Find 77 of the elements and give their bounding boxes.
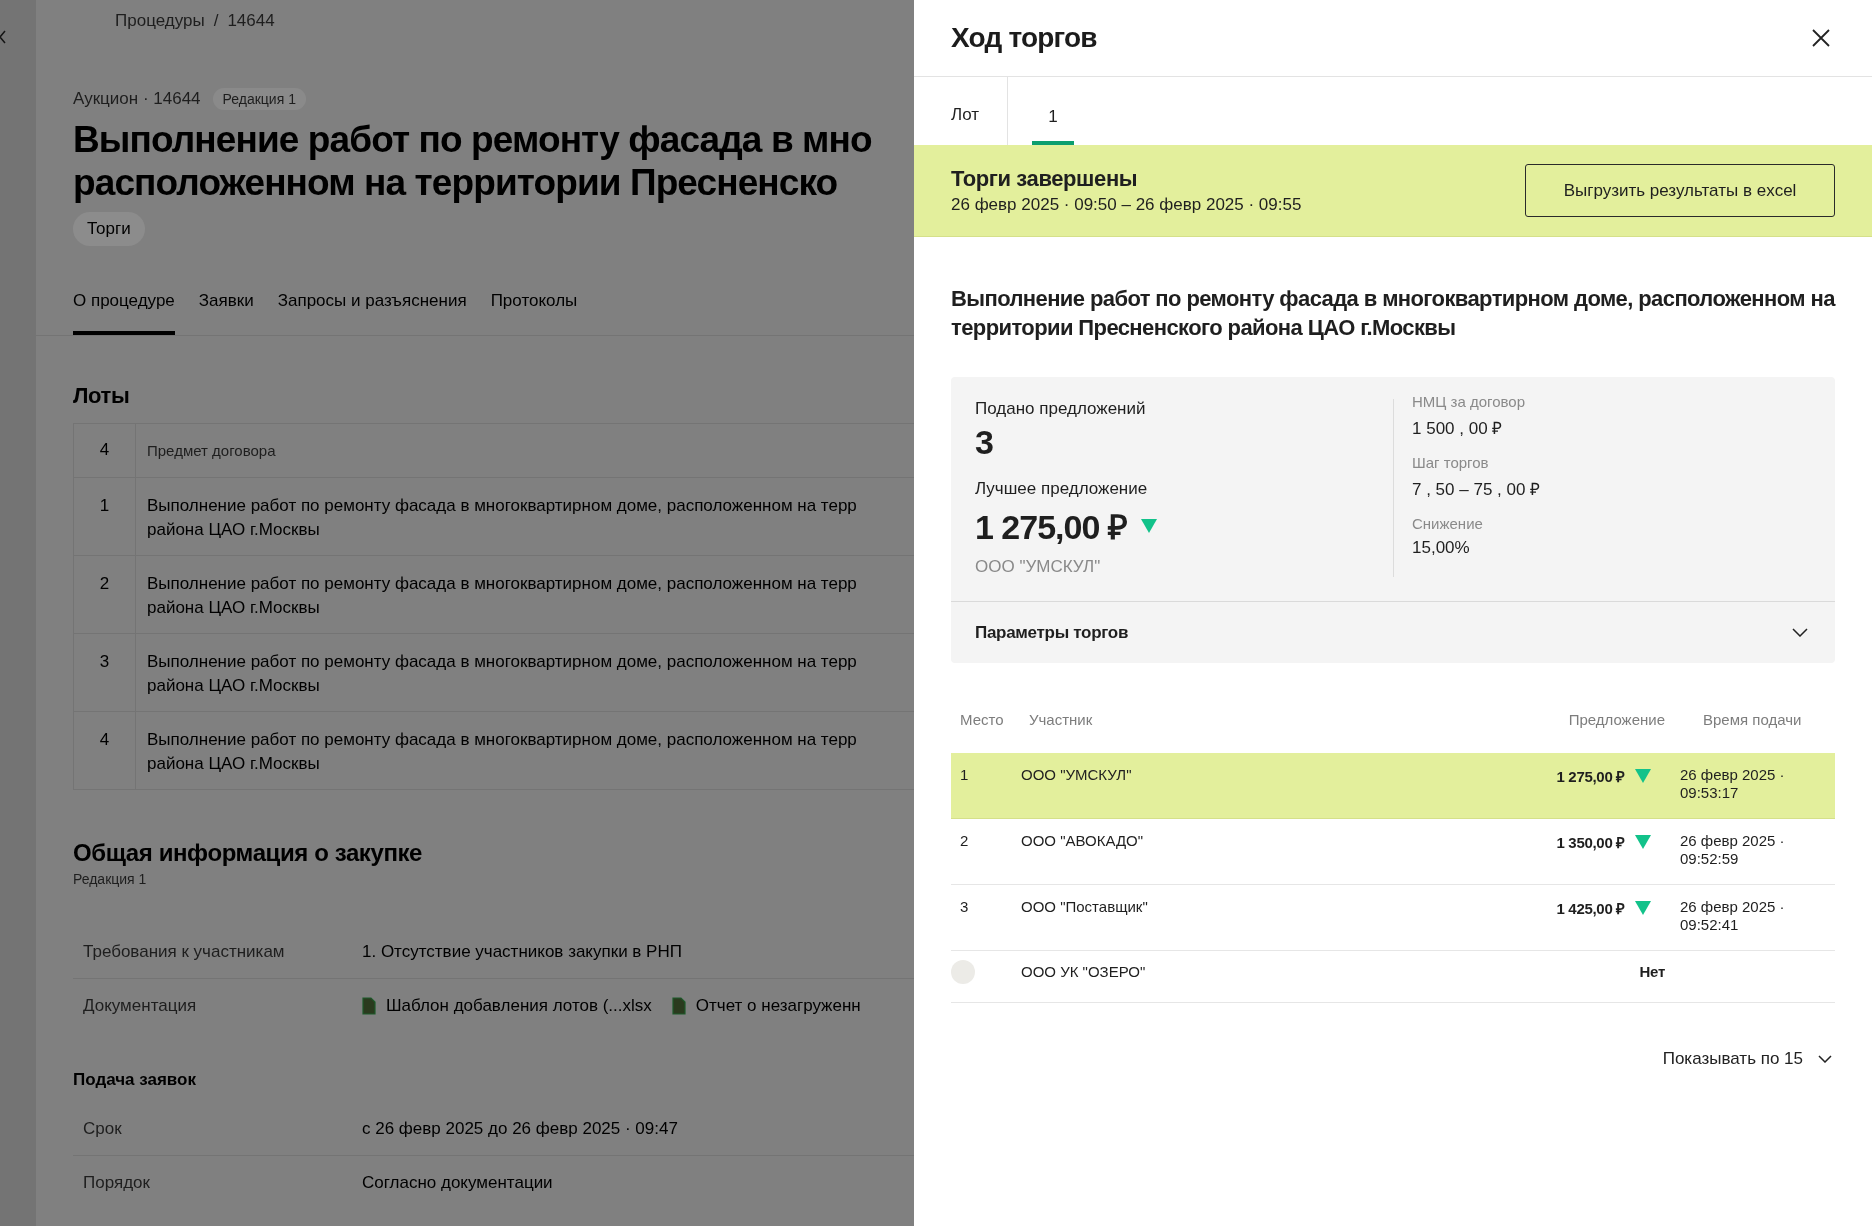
table-cell-text: Выполнение работ по ремонту фасада в многоквартирном доме, расположенном на терр района ЦАО г.Москвы xyxy=(146,651,857,697)
status-period: 26 февр 2025 · 09:50 – 26 февр 2025 · 09:55 xyxy=(951,195,1302,215)
document-icon xyxy=(362,996,376,1015)
fact-label: Снижение xyxy=(1412,515,1484,532)
participant-name: ООО УК "ОЗЕРО" xyxy=(1021,963,1146,980)
fact-value: 7 , 50 – 75 , 00 ₽ xyxy=(1412,479,1541,500)
table-header-cell: 4 xyxy=(74,424,136,477)
place-number: 2 xyxy=(960,832,969,849)
section-heading: Лоты xyxy=(73,383,131,409)
breadcrumb-link[interactable]: 14644 xyxy=(227,11,275,31)
document-icon xyxy=(671,996,686,1015)
fact-label: НМЦ за договор xyxy=(1412,393,1527,410)
participant-name: ООО "АВОКАДО" xyxy=(1021,832,1144,849)
breadcrumb-link[interactable]: Процедуры xyxy=(115,11,205,31)
section-subtitle: Редакция 1 xyxy=(73,871,148,887)
table-cell: 1 xyxy=(74,478,136,555)
table-cell-text: Выполнение работ по ремонту фасада в многоквартирном доме, расположенном на терр района ЦАО г.Москвы xyxy=(146,573,857,619)
status-title: Торги завершены xyxy=(951,166,1139,192)
procedure-title: Выполнение работ по ремонту фасада в мно расположенном на территории Пресненско xyxy=(73,118,873,204)
section-tab[interactable]: Заявки xyxy=(198,291,254,335)
file-link[interactable]: Отчет о незагруженн xyxy=(695,995,861,1016)
field-value: с 26 февр 2025 до 26 февр 2025 · 09:47 xyxy=(362,1118,678,1139)
table-cell: 3 xyxy=(74,634,136,711)
field-label: Документация xyxy=(83,995,198,1016)
best-company: ООО "УМСКУЛ" xyxy=(975,557,1102,577)
field-label: Срок xyxy=(83,1118,123,1139)
offer-amount: 1 425,00 ₽ xyxy=(1556,899,1625,918)
section-tab[interactable]: Запросы и разъяснения xyxy=(277,291,467,335)
close-icon xyxy=(1812,29,1830,47)
fact-value: 1 500 , 00 ₽ xyxy=(1412,418,1504,439)
submission-time: 26 февр 2025 · 09:52:59 xyxy=(1680,832,1785,867)
place-number: 3 xyxy=(960,898,969,915)
file-link[interactable]: Шаблон добавления лотов (...xlsx xyxy=(386,995,652,1016)
status-tag: Торги xyxy=(73,212,145,246)
stat-label: Лучшее предложение xyxy=(975,479,1149,499)
table-cell-text: Выполнение работ по ремонту фасада в многоквартирном доме, расположенном на терр района ЦАО г.Москвы xyxy=(146,729,857,775)
params-toggle[interactable]: Параметры торгов xyxy=(951,601,1835,663)
bids-count: 3 xyxy=(975,423,994,462)
back-chevron-icon xyxy=(0,30,6,44)
empty-place-circle xyxy=(951,960,975,984)
params-label: Параметры торгов xyxy=(975,622,1129,643)
field-value: 1. Отсутствие участников закупки в РНП xyxy=(362,941,682,962)
export-button[interactable]: Выгрузить результаты в excel xyxy=(1525,164,1835,217)
offer-amount: 1 350,00 ₽ xyxy=(1556,833,1625,852)
fact-label: Шаг торгов xyxy=(1412,454,1490,471)
edition-badge: Редакция 1 xyxy=(212,88,306,110)
table-cell: 4 xyxy=(74,712,136,789)
stat-label: Подано предложений xyxy=(975,399,1147,419)
chevron-icon xyxy=(1818,1055,1832,1063)
section-heading: Подача заявок xyxy=(73,1070,197,1090)
fact-value: 15,00% xyxy=(1412,538,1471,558)
field-label: Требования к участникам xyxy=(83,941,286,962)
lot-title: Выполнение работ по ремонту фасада в многоквартирном доме, расположенном на территории Пресненского района ЦАО г.Москвы xyxy=(950,285,1837,342)
participant-name: ООО "Поставщик" xyxy=(1021,898,1148,915)
field-label: Порядок xyxy=(83,1172,151,1193)
procedure-meta: Аукцион · 14644 xyxy=(73,89,201,109)
place-number: 1 xyxy=(960,766,969,783)
best-offer: 1 275,00 ₽ xyxy=(975,507,1127,548)
participant-name: ООО "УМСКУЛ" xyxy=(1021,766,1132,783)
column-header: Предложение xyxy=(1567,711,1666,730)
section-tab[interactable]: Протоколы xyxy=(490,291,578,335)
page-size-select[interactable]: Показывать по 15 xyxy=(1662,1049,1832,1069)
section-tab[interactable]: О процедуре xyxy=(73,291,175,335)
section-heading: Общая информация о закупке xyxy=(73,839,424,867)
offer-amount: 1 275,00 ₽ xyxy=(1556,767,1625,786)
column-header: Место xyxy=(959,711,1005,730)
breadcrumb-separator: / xyxy=(213,11,219,31)
submission-time: 26 февр 2025 · 09:52:41 xyxy=(1680,898,1785,933)
column-header: Участник xyxy=(1029,711,1094,730)
column-header: Время подачи xyxy=(1702,711,1803,730)
panel-title: Ход торгов xyxy=(951,22,1097,54)
table-cell: 2 xyxy=(74,556,136,633)
table-cell-text: Выполнение работ по ремонту фасада в многоквартирном доме, расположенном на терр района ЦАО г.Москвы xyxy=(146,495,857,541)
field-value: Согласно документации xyxy=(362,1172,553,1193)
table-header-cell-text: Предмет договора xyxy=(146,440,276,461)
offer-amount: Нет xyxy=(1639,963,1665,980)
submission-time: 26 февр 2025 · 09:53:17 xyxy=(1680,766,1785,801)
